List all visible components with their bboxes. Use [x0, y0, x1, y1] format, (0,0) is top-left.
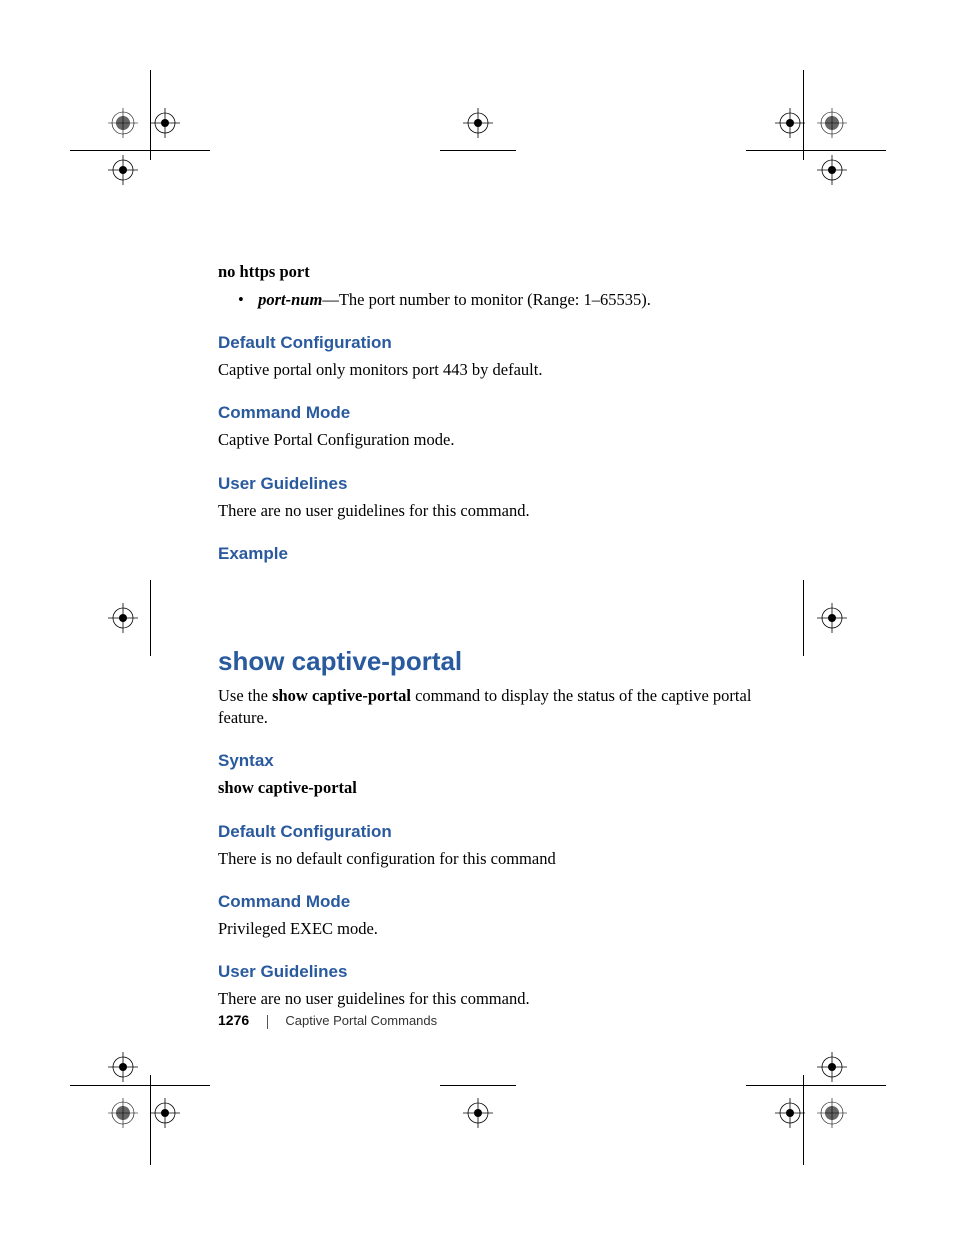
registration-target-icon: [150, 108, 180, 138]
crop-mark: [746, 150, 886, 151]
page-footer: 1276 Captive Portal Commands: [218, 1012, 437, 1029]
heading-command-mode-2: Command Mode: [218, 892, 758, 912]
crop-mark: [150, 580, 151, 656]
text-default-config-2: There is no default configuration for th…: [218, 848, 758, 870]
intro-pre: Use the: [218, 686, 272, 705]
registration-target-icon: [463, 1098, 493, 1128]
heading-user-guidelines: User Guidelines: [218, 474, 758, 494]
footer-divider: [267, 1015, 268, 1029]
registration-target-icon: [817, 1098, 847, 1128]
heading-default-config: Default Configuration: [218, 333, 758, 353]
registration-target-icon: [108, 603, 138, 633]
chapter-title: Captive Portal Commands: [285, 1013, 437, 1028]
heading-syntax: Syntax: [218, 751, 758, 771]
text-default-config: Captive portal only monitors port 443 by…: [218, 359, 758, 381]
registration-target-icon: [108, 155, 138, 185]
registration-target-icon: [775, 1098, 805, 1128]
command-intro: Use the show captive-portal command to d…: [218, 685, 758, 730]
heading-command-mode: Command Mode: [218, 403, 758, 423]
command-title: show captive-portal: [218, 646, 758, 677]
registration-target-icon: [108, 1052, 138, 1082]
page-body: no https port • port-num—The port number…: [218, 262, 758, 1010]
heading-default-config-2: Default Configuration: [218, 822, 758, 842]
bullet-icon: •: [238, 288, 254, 311]
crop-mark: [440, 1085, 516, 1086]
crop-mark: [70, 1085, 210, 1086]
registration-target-icon: [817, 603, 847, 633]
text-user-guidelines: There are no user guidelines for this co…: [218, 500, 758, 522]
text-command-mode-2: Privileged EXEC mode.: [218, 918, 758, 940]
intro-bold: show captive-portal: [272, 686, 411, 705]
param-name: port-num: [258, 290, 322, 309]
registration-target-icon: [775, 108, 805, 138]
syntax-line: no https port: [218, 262, 758, 282]
syntax-text: show captive-portal: [218, 777, 758, 799]
registration-target-icon: [108, 1098, 138, 1128]
crop-mark: [803, 580, 804, 656]
param-desc: —The port number to monitor (Range: 1–65…: [322, 290, 651, 309]
heading-example: Example: [218, 544, 758, 564]
text-command-mode: Captive Portal Configuration mode.: [218, 429, 758, 451]
registration-target-icon: [817, 108, 847, 138]
crop-mark: [746, 1085, 886, 1086]
crop-mark: [70, 150, 210, 151]
registration-target-icon: [817, 1052, 847, 1082]
text-user-guidelines-2: There are no user guidelines for this co…: [218, 988, 758, 1010]
crop-mark: [440, 150, 516, 151]
registration-target-icon: [108, 108, 138, 138]
parameter-bullet: • port-num—The port number to monitor (R…: [218, 288, 758, 311]
page-number: 1276: [218, 1012, 249, 1028]
registration-target-icon: [817, 155, 847, 185]
registration-target-icon: [463, 108, 493, 138]
heading-user-guidelines-2: User Guidelines: [218, 962, 758, 982]
registration-target-icon: [150, 1098, 180, 1128]
